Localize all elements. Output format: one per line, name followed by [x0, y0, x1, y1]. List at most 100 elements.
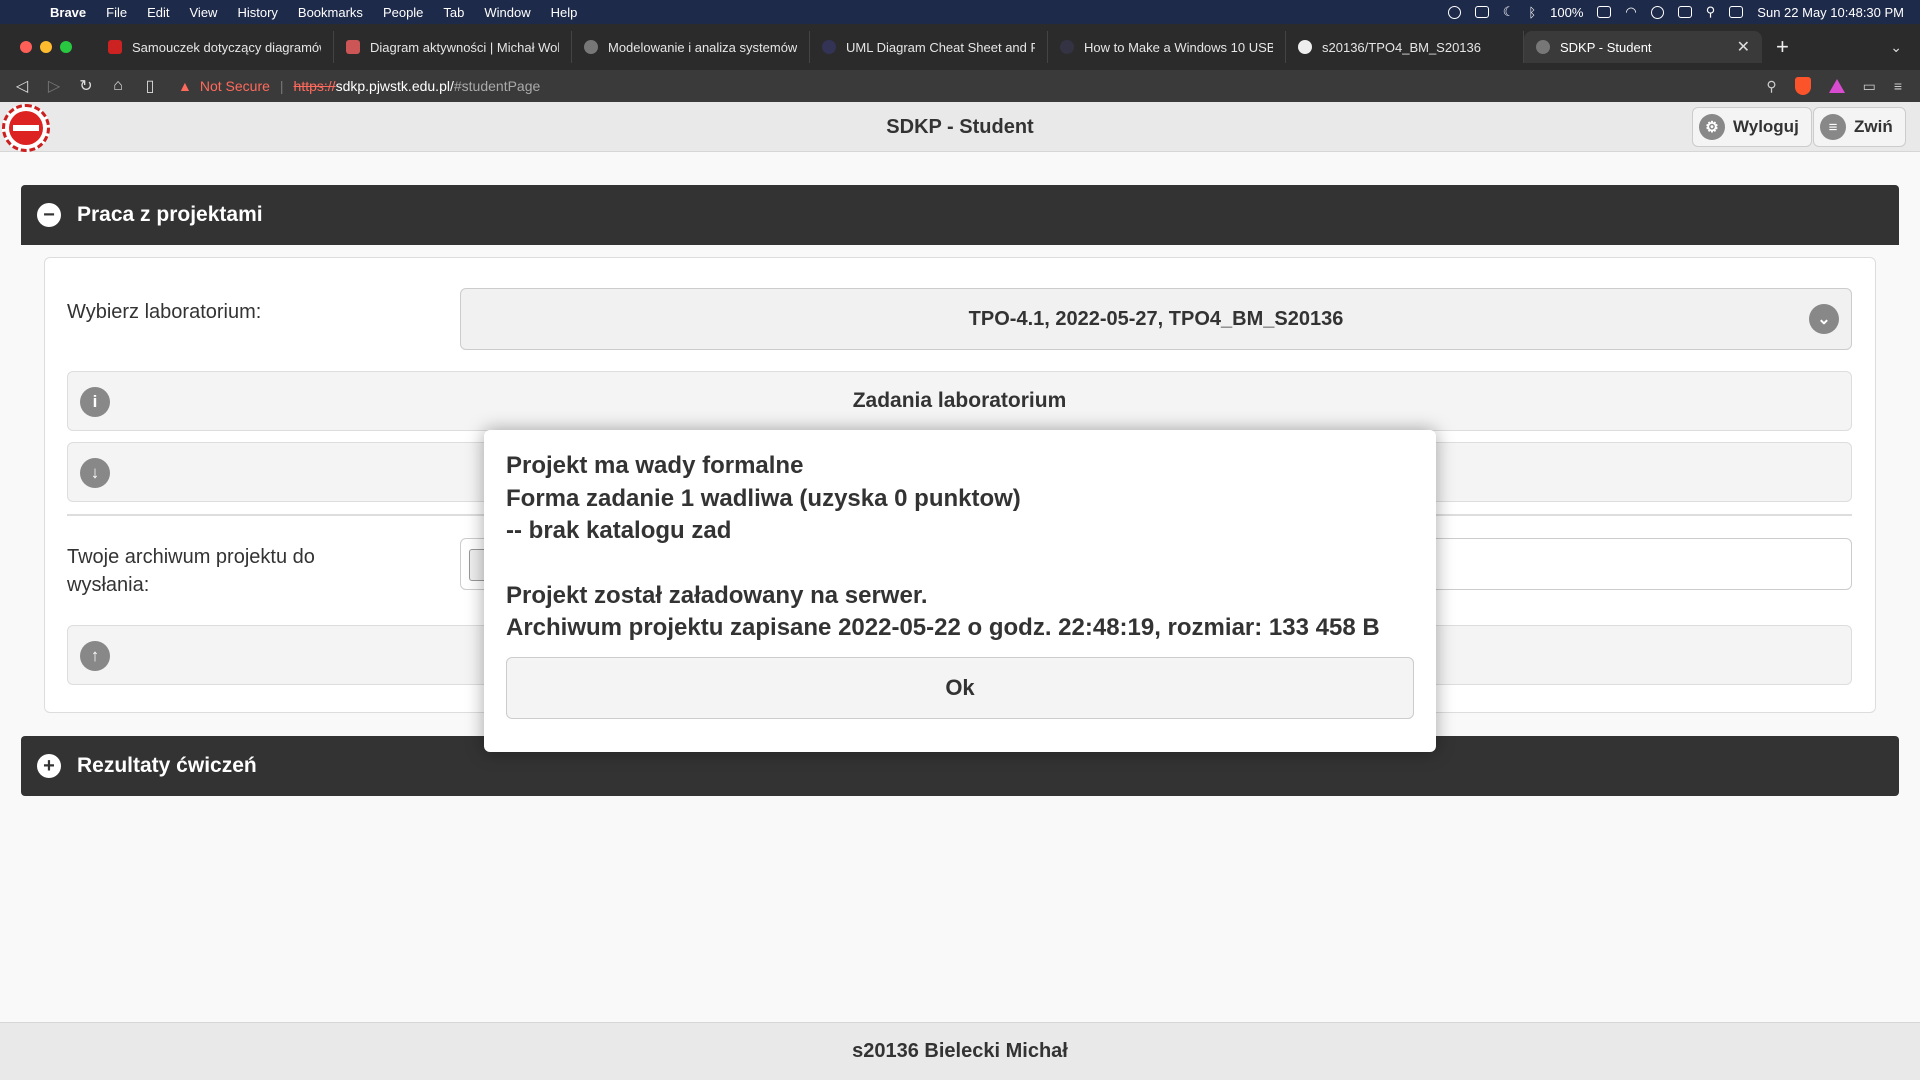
collapse-button[interactable]: ≡ Zwiń	[1813, 107, 1906, 147]
browser-tab[interactable]: UML Diagram Cheat Sheet and Refe	[810, 31, 1048, 63]
address-separator: |	[279, 78, 284, 94]
browser-tabstrip: Samouczek dotyczący diagramów a Diagram …	[0, 24, 1920, 70]
browser-menu-icon[interactable]: ≡	[1894, 78, 1902, 94]
url-path: #studentPage	[453, 78, 541, 94]
tab-list-chevron-icon[interactable]: ⌄	[1890, 39, 1902, 56]
url-host: sdkp.pjwstk.edu.pl/	[335, 78, 454, 94]
macos-menubar: Brave File Edit View History Bookmarks P…	[0, 0, 1920, 24]
results-section-title: Rezultaty ćwiczeń	[77, 754, 257, 777]
ok-button[interactable]: Ok	[506, 657, 1414, 719]
brave-shields-icon[interactable]	[1794, 77, 1811, 95]
upload-result-dialog: Projekt ma wady formalne Forma zadanie 1…	[484, 430, 1436, 752]
menu-history[interactable]: History	[237, 5, 277, 20]
lab-select-value: TPO-4.1, 2022-05-27, TPO4_BM_S20136	[968, 307, 1344, 330]
globe-icon	[584, 40, 598, 54]
archive-label: Twoje archiwum projektu do wysłania:	[67, 546, 315, 596]
menu-window[interactable]: Window	[484, 5, 530, 20]
address-bar[interactable]: ▲ Not Secure | https:// sdkp.pjwstk.edu.…	[178, 73, 1766, 99]
not-secure-label[interactable]: Not Secure	[200, 78, 270, 94]
battery-icon[interactable]	[1597, 6, 1612, 18]
cc-icon	[108, 40, 122, 54]
home-button[interactable]: ⌂	[102, 77, 134, 95]
projects-section-header[interactable]: − Praca z projektami	[21, 185, 1899, 245]
tab-title: s20136/TPO4_BM_S20136	[1322, 39, 1481, 55]
minus-icon: −	[37, 203, 61, 227]
close-tab-icon[interactable]: ✕	[1737, 37, 1750, 57]
plus-icon: +	[37, 754, 61, 778]
tab-title: Modelowanie i analiza systemów inf	[608, 39, 797, 55]
menu-app-name[interactable]: Brave	[50, 5, 86, 20]
browser-tab-active[interactable]: SDKP - Student ✕	[1524, 31, 1762, 63]
lab-select-label: Wybierz laboratorium:	[67, 301, 262, 323]
forward-button[interactable]: ▷	[38, 76, 70, 96]
logout-label: Wyloguj	[1733, 117, 1799, 136]
logout-button[interactable]: ⚙ Wyloguj	[1692, 107, 1812, 147]
menu-bookmarks[interactable]: Bookmarks	[298, 5, 363, 20]
menu-help[interactable]: Help	[551, 5, 578, 20]
globe-icon	[1536, 40, 1550, 54]
collapse-label: Zwiń	[1854, 117, 1893, 136]
menu-edit[interactable]: Edit	[147, 5, 169, 20]
zoom-icon[interactable]: ⚲	[1766, 78, 1776, 95]
keyboard-icon[interactable]	[1677, 6, 1692, 18]
url-scheme: https://	[293, 78, 336, 94]
spotlight-search-icon[interactable]: ⚲	[1706, 4, 1716, 20]
browser-tab[interactable]: Modelowanie i analiza systemów inf	[572, 31, 810, 63]
globe-icon	[822, 40, 836, 54]
bookmark-button[interactable]: ▯	[134, 76, 166, 96]
dialog-line: Projekt został załadowany na serwer.	[506, 581, 928, 609]
lab-select[interactable]: TPO-4.1, 2022-05-27, TPO4_BM_S20136 ⌄	[460, 288, 1852, 350]
page-footer: s20136 Bielecki Michał	[0, 1022, 1920, 1080]
tab-title: How to Make a Windows 10 USB Us	[1084, 39, 1273, 55]
menu-view[interactable]: View	[190, 5, 218, 20]
dialog-line: Projekt ma wady formalne	[506, 452, 804, 479]
chevron-down-icon: ⌄	[1809, 304, 1839, 334]
creative-cloud-icon[interactable]	[1447, 5, 1461, 19]
github-icon	[1298, 40, 1312, 54]
tab-title: Diagram aktywności | Michał Wolski	[370, 39, 559, 55]
app-header: SDKP - Student ⚙ Wyloguj ≡ Zwiń	[0, 102, 1920, 152]
footer-user: s20136 Bielecki Michał	[852, 1040, 1068, 1062]
zoom-window-button[interactable]	[60, 41, 72, 53]
projects-section-title: Praca z projektami	[77, 203, 263, 226]
tab-title: Samouczek dotyczący diagramów a	[132, 39, 321, 55]
minimize-window-button[interactable]	[40, 41, 52, 53]
new-tab-button[interactable]: +	[1776, 34, 1789, 60]
lab-tasks-label: Zadania laboratorium	[852, 389, 1067, 412]
bluetooth-icon[interactable]: ᛒ	[1528, 5, 1536, 20]
lab-tasks-button[interactable]: i Zadania laboratorium	[67, 371, 1852, 431]
warning-icon: ▲	[178, 78, 192, 94]
battery-percent: 100%	[1550, 4, 1584, 20]
browser-toolbar: ◁ ▷ ↻ ⌂ ▯ ▲ Not Secure | https:// sdkp.p…	[0, 70, 1920, 102]
close-window-button[interactable]	[20, 41, 32, 53]
moon-icon[interactable]: ☾	[1503, 4, 1515, 20]
browser-tab[interactable]: Diagram aktywności | Michał Wolski	[334, 31, 572, 63]
dialog-line: -- brak katalogu zad	[506, 517, 732, 544]
menu-people[interactable]: People	[383, 5, 423, 20]
control-center-icon[interactable]	[1729, 6, 1744, 18]
brave-rewards-icon[interactable]	[1828, 79, 1845, 93]
tab-title: UML Diagram Cheat Sheet and Refe	[846, 39, 1035, 55]
menubar-clock[interactable]: Sun 22 May 10:48:30 PM	[1757, 5, 1904, 20]
browser-tab[interactable]: s20136/TPO4_BM_S20136	[1286, 31, 1524, 63]
user-icon[interactable]	[1650, 5, 1664, 19]
page-title: SDKP - Student	[886, 116, 1034, 138]
wifi-icon[interactable]: ◠	[1625, 4, 1636, 20]
globe-icon	[346, 40, 360, 54]
browser-tab[interactable]: How to Make a Windows 10 USB Us	[1048, 31, 1286, 63]
menu-tab[interactable]: Tab	[443, 5, 464, 20]
back-button[interactable]: ◁	[6, 76, 38, 96]
layout-icon[interactable]	[1474, 6, 1489, 18]
window-controls	[20, 41, 72, 53]
arrow-up-icon: ↑	[80, 641, 110, 671]
menu-file[interactable]: File	[106, 5, 127, 20]
gear-icon: ⚙	[1699, 114, 1725, 140]
reload-button[interactable]: ↻	[70, 76, 102, 96]
browser-tab[interactable]: Samouczek dotyczący diagramów a	[96, 31, 334, 63]
globe-icon	[1060, 40, 1074, 54]
arrow-down-icon: ↓	[80, 458, 110, 488]
dialog-line: Archiwum projektu zapisane 2022-05-22 o …	[506, 614, 1380, 641]
tab-title: SDKP - Student	[1560, 39, 1652, 55]
wallet-icon[interactable]: ▭	[1863, 78, 1876, 95]
hamburger-icon: ≡	[1820, 114, 1846, 140]
